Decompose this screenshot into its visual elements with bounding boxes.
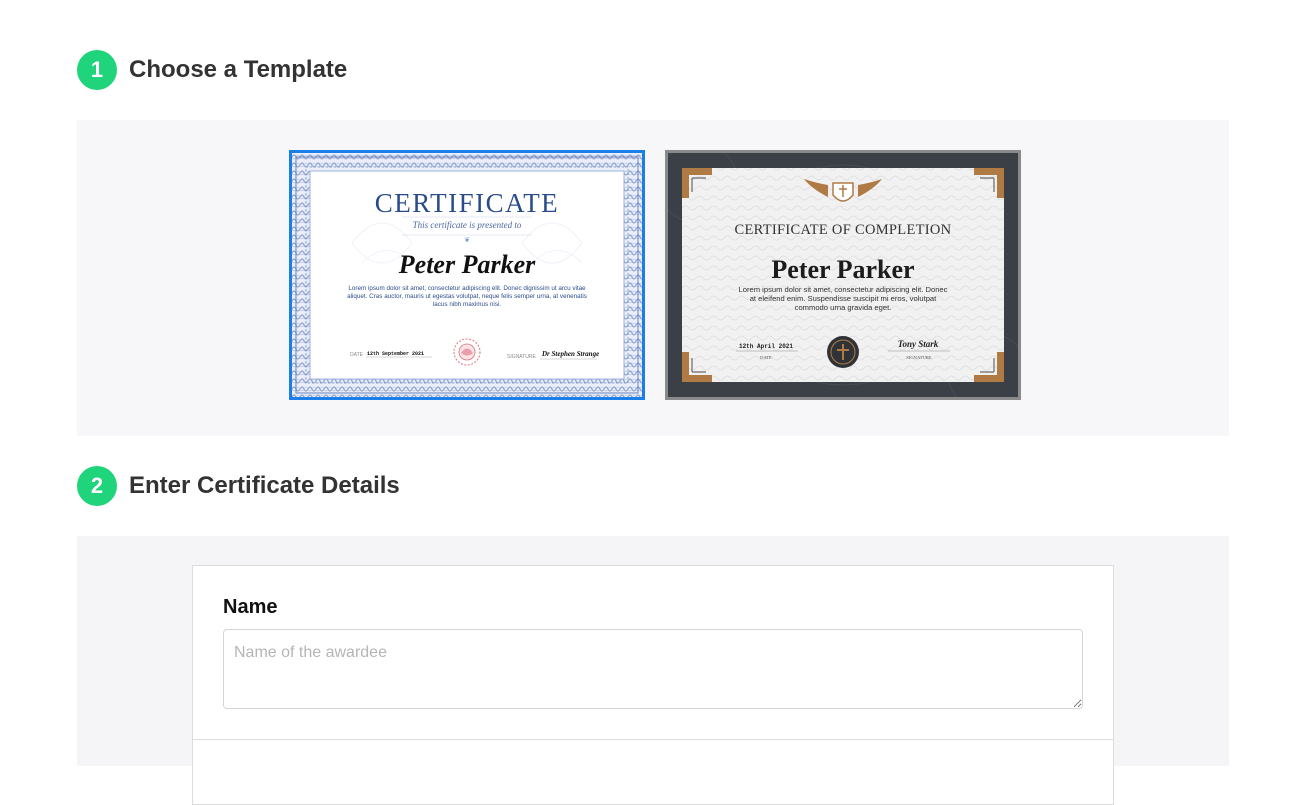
certificate-heading: CERTIFICATE <box>375 188 559 218</box>
certificate-preview-completion: CERTIFICATE OF COMPLETION Peter Parker L… <box>668 153 1018 397</box>
date-value: 12th September 2021 <box>367 351 424 357</box>
signature-label: SIGNATURE <box>906 355 932 360</box>
step-number-badge: 1 <box>77 50 117 90</box>
details-form-card: Name <box>192 565 1114 805</box>
signature-label: SIGNATURE <box>507 354 536 360</box>
certificate-body: Lorem ipsum dolor sit amet, consectetur … <box>347 285 587 308</box>
ornament-icon: ❦ <box>464 237 470 244</box>
signature: Dr Stephen Strange <box>541 350 599 358</box>
step-2-header: 2 Enter Certificate Details <box>77 466 400 506</box>
seal-icon <box>827 336 859 368</box>
details-panel: Name <box>77 536 1229 805</box>
awardee-name: Peter Parker <box>771 255 914 284</box>
template-card-classic[interactable]: CERTIFICATE This certificate is presente… <box>289 150 645 400</box>
certificate-body: Lorem ipsum dolor sit amet, consectetur … <box>738 285 948 312</box>
certificate-subtitle: This certificate is presented to <box>413 220 522 230</box>
date-label: DATE <box>350 352 364 358</box>
step-title: Enter Certificate Details <box>129 472 400 499</box>
step-number-badge: 2 <box>77 466 117 506</box>
date-value: 12th April 2021 <box>739 343 793 350</box>
template-card-completion[interactable]: CERTIFICATE OF COMPLETION Peter Parker L… <box>665 150 1021 400</box>
awardee-name: Peter Parker <box>398 250 536 279</box>
divider <box>193 739 1113 740</box>
signature: Tony Stark <box>898 339 939 349</box>
date-label: DATE <box>760 355 772 360</box>
certificate-preview-classic: CERTIFICATE This certificate is presente… <box>292 153 642 397</box>
name-field-label: Name <box>223 596 278 618</box>
certificate-heading: CERTIFICATE OF COMPLETION <box>735 222 952 238</box>
step-title: Choose a Template <box>129 56 348 83</box>
step-1-header: 1 Choose a Template <box>77 50 347 90</box>
template-gallery: CERTIFICATE This certificate is presente… <box>77 120 1229 436</box>
name-input[interactable] <box>223 629 1083 709</box>
